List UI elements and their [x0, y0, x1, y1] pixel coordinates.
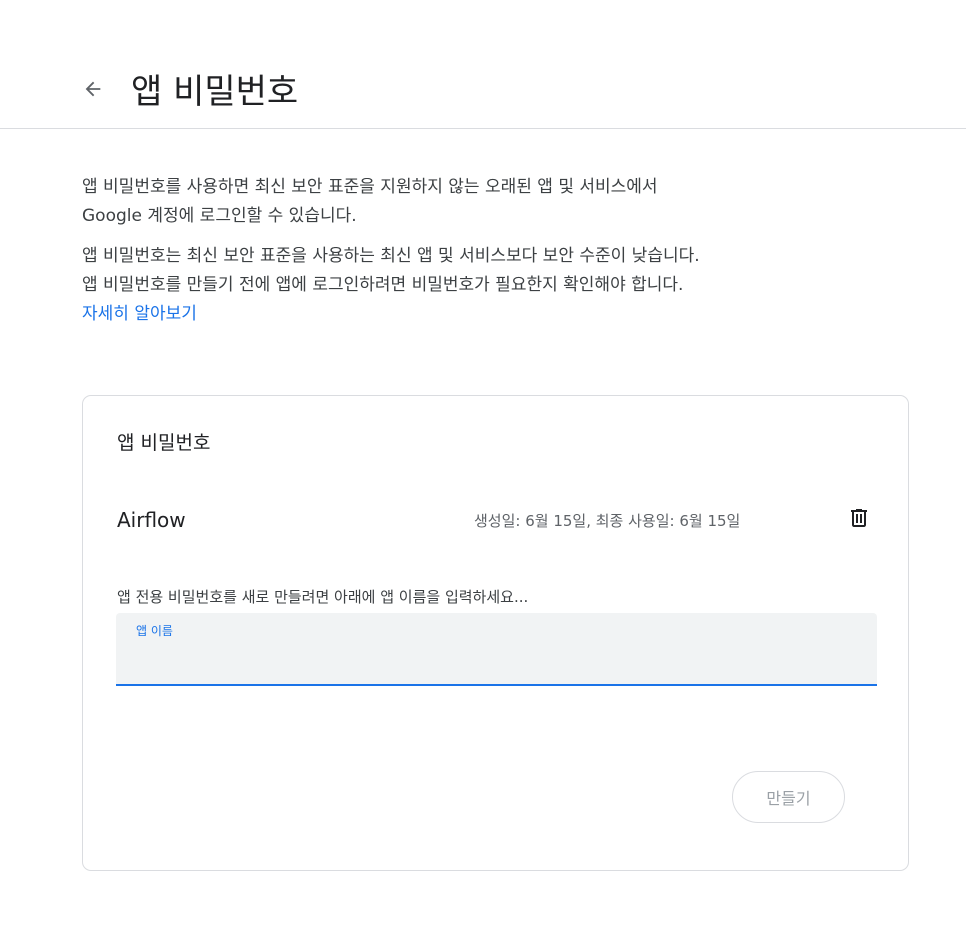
app-password-name: Airflow	[117, 508, 186, 532]
create-helper-text: 앱 전용 비밀번호를 새로 만들려면 아래에 앱 이름을 입력하세요...	[117, 588, 529, 606]
app-passwords-card: 앱 비밀번호 Airflow 생성일: 6월 15일, 최종 사용일: 6월 1…	[82, 395, 909, 871]
intro-paragraph-2: 앱 비밀번호는 최신 보안 표준을 사용하는 최신 앱 및 서비스보다 보안 수…	[82, 242, 882, 329]
app-name-label: 앱 이름	[136, 624, 173, 638]
back-button[interactable]	[78, 76, 108, 106]
app-password-dates: 생성일: 6월 15일, 최종 사용일: 6월 15일	[474, 512, 741, 530]
app-name-field[interactable]: 앱 이름	[116, 613, 877, 686]
intro-section: 앱 비밀번호를 사용하면 최신 보안 표준을 지원하지 않는 오래된 앱 및 서…	[82, 173, 882, 329]
trash-icon	[847, 506, 871, 534]
arrow-back-icon	[82, 78, 104, 104]
app-password-row: Airflow 생성일: 6월 15일, 최종 사용일: 6월 15일	[117, 504, 877, 536]
create-button[interactable]: 만들기	[732, 771, 845, 823]
intro-line: 앱 비밀번호를 사용하면 최신 보안 표준을 지원하지 않는 오래된 앱 및 서…	[82, 177, 658, 197]
page-title: 앱 비밀번호	[131, 72, 299, 112]
app-name-input[interactable]	[136, 645, 860, 677]
intro-line: Google 계정에 로그인할 수 있습니다.	[82, 206, 357, 226]
intro-paragraph-1: 앱 비밀번호를 사용하면 최신 보안 표준을 지원하지 않는 오래된 앱 및 서…	[82, 173, 882, 231]
intro-line: 앱 비밀번호는 최신 보안 표준을 사용하는 최신 앱 및 서비스보다 보안 수…	[82, 246, 700, 266]
delete-app-password-button[interactable]	[845, 506, 873, 534]
intro-line: 앱 비밀번호를 만들기 전에 앱에 로그인하려면 비밀번호가 필요한지 확인해야…	[82, 275, 684, 295]
page-header: 앱 비밀번호	[0, 0, 966, 129]
learn-more-link[interactable]: 자세히 알아보기	[82, 300, 197, 329]
card-title: 앱 비밀번호	[117, 432, 211, 454]
